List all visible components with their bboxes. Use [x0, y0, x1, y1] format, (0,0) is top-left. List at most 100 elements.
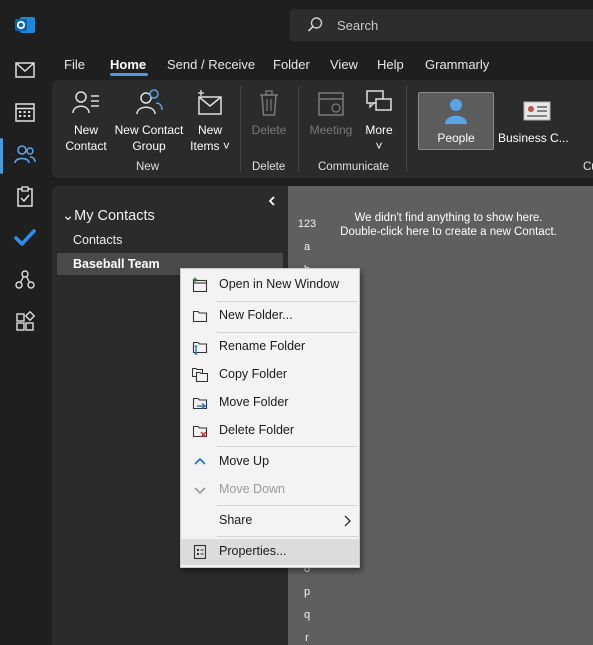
collapse-pane-icon[interactable] — [265, 194, 279, 208]
menu-move-up[interactable]: Move Up — [181, 449, 359, 475]
new-items-label-1: New — [197, 123, 222, 137]
outlook-logo-icon — [15, 17, 35, 33]
menu-label: Open in New Window — [219, 277, 340, 291]
active-tab-indicator — [110, 73, 148, 76]
delete-label: Delete — [251, 123, 287, 137]
meeting-button[interactable]: Meeting — [304, 88, 358, 138]
menu-label: Move Up — [219, 454, 270, 468]
menu-label: New Folder... — [219, 308, 293, 322]
menu-rename-folder[interactable]: Rename Folder — [181, 334, 359, 360]
rail-todo[interactable] — [7, 220, 43, 256]
new-items-dropdown-icon: ˅ — [219, 139, 230, 153]
menu-label: Copy Folder — [219, 367, 288, 381]
search-placeholder: Search — [337, 18, 379, 33]
tab-folder[interactable]: Folder — [273, 57, 310, 72]
menu-label: Rename Folder — [219, 339, 306, 353]
group-label-delete: Delete — [252, 161, 286, 173]
new-contact-group-label-1: New Contact — [114, 123, 184, 137]
menu-share[interactable]: Share — [181, 508, 359, 534]
trash-icon — [260, 90, 278, 116]
delete-button[interactable]: Delete — [244, 88, 294, 138]
folder-context-menu: Open in New Window New Folder... Rename … — [180, 268, 360, 568]
new-items-button[interactable]: New Items ˅ — [186, 88, 234, 154]
open-window-icon — [192, 277, 208, 293]
index-123[interactable]: 123 — [288, 218, 326, 230]
rail-apps[interactable] — [7, 304, 43, 340]
new-contact-group-button[interactable]: New Contact Group — [112, 88, 186, 154]
rail-tasks[interactable] — [7, 178, 43, 214]
expand-chevron-icon: ⌄ — [62, 208, 75, 224]
ribbon-separator — [240, 86, 241, 172]
tab-help[interactable]: Help — [377, 57, 404, 72]
new-contact-label-1: New — [73, 123, 98, 137]
properties-icon — [193, 544, 207, 560]
submenu-arrow-icon — [344, 515, 351, 527]
move-folder-icon — [192, 397, 208, 410]
menu-move-down[interactable]: Move Down — [181, 477, 359, 503]
index-a[interactable]: a — [288, 241, 326, 253]
meeting-label: Meeting — [309, 123, 353, 137]
menu-separator — [217, 446, 358, 447]
new-items-icon — [198, 90, 222, 115]
menu-separator — [217, 505, 358, 506]
empty-hint: Double-click here to create a new Contac… — [340, 226, 557, 238]
ribbon: New Contact New Contact Group New Items … — [52, 80, 593, 178]
index-p[interactable]: p — [288, 586, 326, 598]
people-icon — [14, 145, 36, 164]
tab-home[interactable]: Home — [110, 57, 146, 72]
mail-icon — [15, 62, 35, 78]
new-contact-button[interactable]: New Contact — [60, 88, 112, 154]
todo-check-icon — [14, 229, 36, 246]
ribbon-separator — [406, 86, 407, 172]
meeting-calendar-icon — [318, 92, 344, 116]
group-label-new: New — [136, 161, 160, 173]
new-folder-icon — [192, 310, 208, 323]
business-cards-label: Business C... — [498, 131, 569, 145]
rail-mail[interactable] — [7, 52, 43, 88]
clipboard-check-icon — [17, 186, 33, 207]
menu-properties[interactable]: Properties... — [181, 539, 359, 565]
new-items-label-2: Items — [190, 139, 220, 153]
menu-new-folder[interactable]: New Folder... — [181, 303, 359, 329]
rail-people[interactable] — [7, 136, 43, 172]
business-cards-button[interactable]: Business C... — [498, 96, 578, 146]
folder-item-contacts[interactable]: Contacts — [73, 233, 122, 247]
business-card-icon — [523, 101, 551, 121]
outlook-window: Search File Home Send / Receive Folder V… — [0, 0, 593, 645]
new-contact-group-label-2: Group — [132, 139, 166, 153]
menu-delete-folder[interactable]: Delete Folder — [181, 418, 359, 444]
index-q[interactable]: q — [288, 609, 326, 621]
calendar-icon — [15, 103, 35, 122]
org-chart-icon — [15, 270, 35, 289]
more-button[interactable]: More ˅ — [358, 88, 400, 154]
search-box[interactable]: Search — [290, 9, 593, 41]
rail-active-indicator — [0, 138, 3, 174]
index-r[interactable]: r — [288, 632, 326, 644]
tab-file[interactable]: File — [64, 57, 85, 72]
rail-calendar[interactable] — [7, 94, 43, 130]
contact-group-icon — [136, 89, 163, 115]
tab-grammarly[interactable]: Grammarly — [425, 57, 489, 72]
person-icon — [445, 99, 467, 124]
menu-separator — [217, 536, 358, 537]
menu-copy-folder[interactable]: Copy Folder — [181, 362, 359, 388]
tab-send-receive[interactable]: Send / Receive — [167, 57, 255, 72]
my-contacts-header[interactable]: ⌄My Contacts — [62, 208, 155, 224]
app-rail — [0, 48, 50, 645]
menu-label: Move Down — [219, 482, 285, 496]
menu-label: Move Folder — [219, 395, 289, 409]
more-dropdown-icon: ˅ — [375, 139, 383, 153]
tab-view[interactable]: View — [330, 57, 358, 72]
delete-folder-icon — [192, 425, 208, 438]
title-bar: Search — [0, 0, 593, 48]
apps-grid-icon — [16, 311, 36, 331]
my-contacts-label: My Contacts — [74, 208, 155, 224]
chevron-down-icon — [194, 487, 206, 495]
copy-folder-icon — [192, 368, 208, 383]
new-contact-label-2: Contact — [65, 139, 107, 153]
menu-open-new-window[interactable]: Open in New Window — [181, 272, 359, 298]
menu-move-folder[interactable]: Move Folder — [181, 390, 359, 416]
empty-message: We didn't find anything to show here. — [354, 212, 543, 224]
rail-org[interactable] — [7, 262, 43, 298]
menu-label: Share — [219, 513, 253, 527]
